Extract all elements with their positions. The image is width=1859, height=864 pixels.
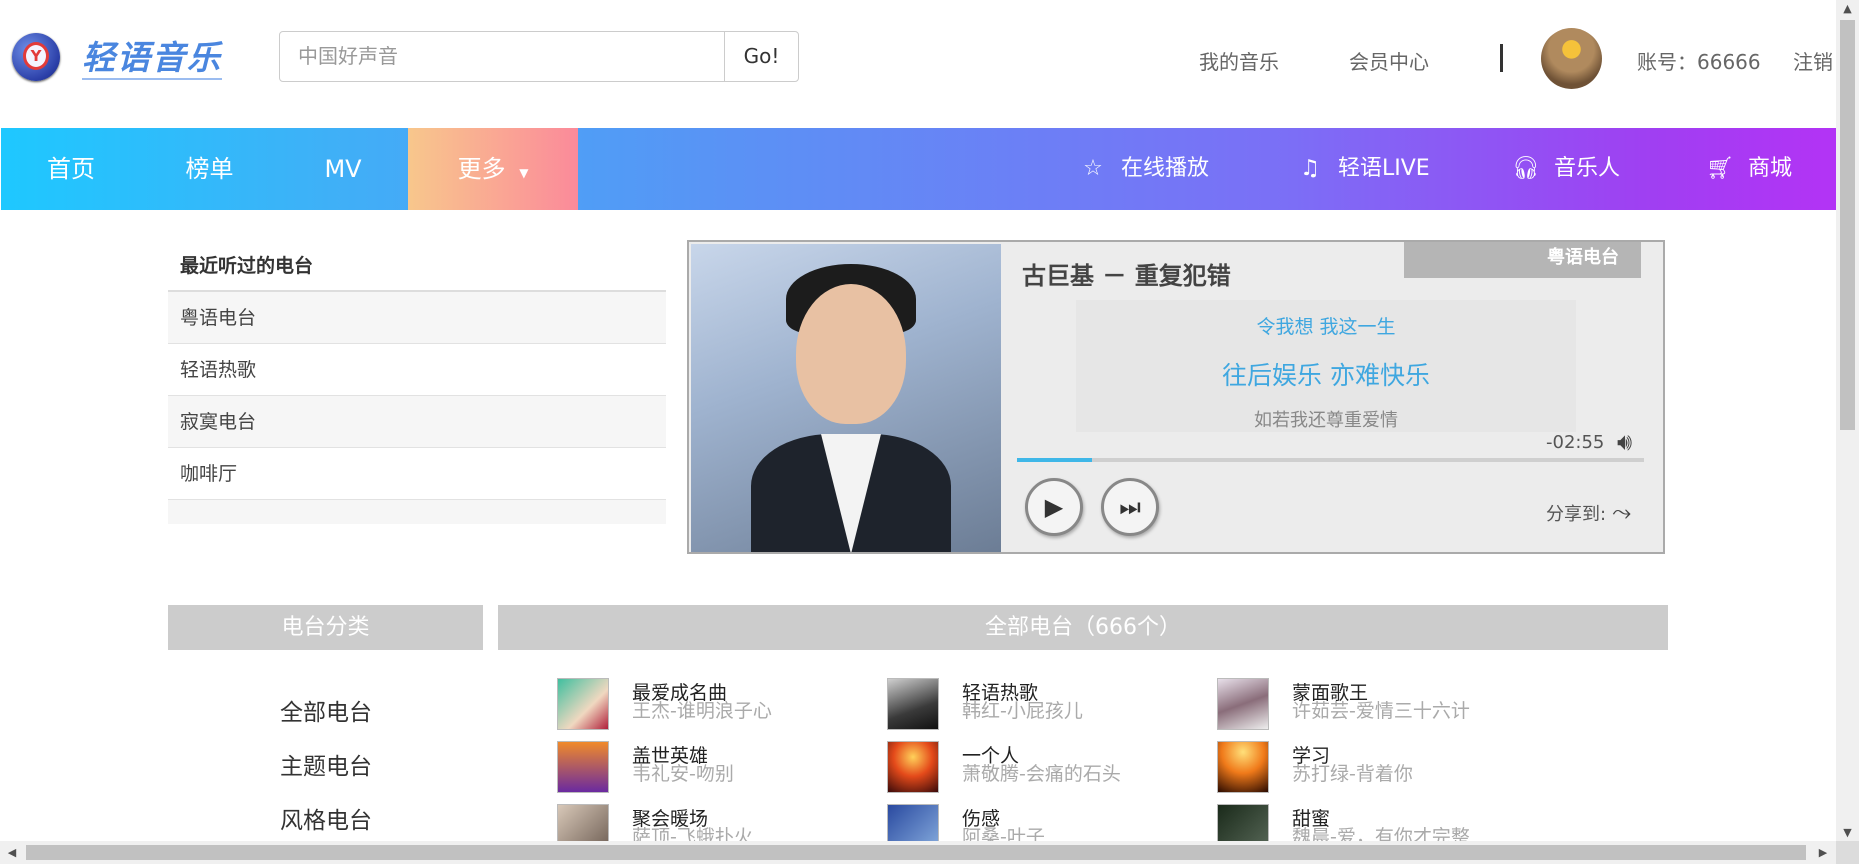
category-item[interactable]: 全部电台 xyxy=(280,693,372,727)
my-music-link[interactable]: 我的音乐 xyxy=(1199,46,1279,75)
station-song: 萨顶-飞蛾扑火 xyxy=(632,826,753,841)
station-thumbnail xyxy=(887,678,939,730)
share-control[interactable]: 分享到: ⤳ xyxy=(1546,498,1631,526)
all-stations-title: 全部电台（666个） xyxy=(498,605,1668,650)
lyric-line-prev: 令我想 我这一生 xyxy=(1256,316,1396,338)
cart-icon: 🛒︎ xyxy=(1706,156,1734,181)
station-thumbnail xyxy=(1217,678,1269,730)
user-avatar[interactable] xyxy=(1541,28,1602,89)
station-thumbnail xyxy=(557,678,609,730)
station-card[interactable]: 伤感 阿桑-叶子 xyxy=(887,804,1207,841)
lyric-line-current: 往后娱乐 亦难快乐 xyxy=(1222,361,1430,390)
station-card[interactable]: 最爱成名曲 王杰-谁明浪子心 xyxy=(557,678,877,732)
station-thumbnail xyxy=(1217,804,1269,841)
scroll-down-arrow-icon[interactable]: ▼ xyxy=(1836,824,1859,841)
nav-more-dropdown[interactable]: 更多 ▼ xyxy=(408,128,578,210)
station-thumbnail xyxy=(887,741,939,793)
vertical-scrollbar[interactable]: ▲ ▼ xyxy=(1836,0,1859,841)
share-icon: ⤳ xyxy=(1612,498,1632,526)
account-label: 账号：66666 xyxy=(1637,50,1761,74)
station-card[interactable]: 学习 苏打绿-背着你 xyxy=(1217,741,1537,795)
category-item[interactable]: 风格电台 xyxy=(280,801,372,835)
share-label: 分享到: xyxy=(1546,504,1607,525)
station-card[interactable]: 一个人 萧敬腾-会痛的石头 xyxy=(887,741,1207,795)
scroll-up-arrow-icon[interactable]: ▲ xyxy=(1836,0,1859,17)
station-song: 萧敬腾-会痛的石头 xyxy=(962,763,1121,785)
nav-shop[interactable]: 🛒︎ 商城 xyxy=(1706,128,1792,210)
recent-station-item[interactable]: 咖啡厅 xyxy=(168,448,666,500)
nav-online-play[interactable]: ☆ 在线播放 xyxy=(1079,128,1209,210)
nav-more-label: 更多 xyxy=(457,155,506,183)
nav-live[interactable]: ♫ 轻语LIVE xyxy=(1296,128,1430,210)
song-title: 古巨基 － 重复犯错 xyxy=(1022,262,1231,290)
horizontal-scroll-thumb[interactable] xyxy=(26,845,1806,860)
nav-mv[interactable]: MV xyxy=(278,128,408,210)
category-panel-title: 电台分类 xyxy=(168,605,483,650)
caret-down-icon: ▼ xyxy=(519,166,529,180)
page-viewport: Y 轻语音乐 中国好声音 Go! 我的音乐 会员中心 账号：66666 注销 首… xyxy=(0,0,1836,841)
station-song: 许茹芸-爱情三十六计 xyxy=(1292,700,1470,722)
nav-shop-label: 商城 xyxy=(1748,156,1793,181)
station-card[interactable]: 盖世英雄 韦礼安-吻别 xyxy=(557,741,877,795)
nav-online-play-label: 在线播放 xyxy=(1121,156,1210,181)
station-card[interactable]: 蒙面歌王 许茹芸-爱情三十六计 xyxy=(1217,678,1537,732)
station-song: 阿桑-叶子 xyxy=(962,826,1045,841)
remaining-time: -02:55 xyxy=(1546,432,1605,453)
station-card[interactable]: 轻语热歌 韩红-小屁孩儿 xyxy=(887,678,1207,732)
account-id: 账号：66666 注销 xyxy=(1637,46,1833,75)
station-tag: 粤语电台 xyxy=(1404,242,1641,278)
recent-list-footer xyxy=(168,500,666,524)
nav-home[interactable]: 首页 xyxy=(1,128,141,210)
search-input[interactable]: 中国好声音 xyxy=(279,31,725,82)
recent-stations-panel: 最近听过的电台 粤语电台 轻语热歌 寂寞电台 咖啡厅 xyxy=(168,240,666,524)
headphones-icon: 🎧︎ xyxy=(1512,156,1540,181)
site-logo-text[interactable]: 轻语音乐 xyxy=(82,38,222,80)
recent-station-item[interactable]: 粤语电台 xyxy=(168,292,666,344)
recent-stations-title: 最近听过的电台 xyxy=(168,240,666,292)
recent-station-item[interactable]: 轻语热歌 xyxy=(168,344,666,396)
nav-live-label: 轻语LIVE xyxy=(1338,156,1430,181)
progress-bar[interactable] xyxy=(1017,458,1644,462)
logout-link[interactable]: 注销 xyxy=(1793,50,1833,74)
station-song: 苏打绿-背着你 xyxy=(1292,763,1413,785)
station-song: 魏晨-爱，有你才完整 xyxy=(1292,826,1470,841)
station-song: 王杰-谁明浪子心 xyxy=(632,700,772,722)
vertical-scroll-thumb[interactable] xyxy=(1840,20,1855,430)
station-thumbnail xyxy=(557,804,609,841)
scrollbar-corner xyxy=(1836,841,1859,864)
logo-icon[interactable]: Y xyxy=(12,33,60,81)
scroll-right-arrow-icon[interactable]: ▶ xyxy=(1813,841,1833,864)
progress-fill xyxy=(1017,458,1093,462)
station-song: 韩红-小屁孩儿 xyxy=(962,700,1083,722)
play-button[interactable]: ▶ xyxy=(1025,478,1083,536)
album-cover xyxy=(691,244,1001,552)
station-card[interactable]: 甜蜜 魏晨-爱，有你才完整 xyxy=(1217,804,1537,841)
header-divider xyxy=(1500,44,1503,72)
scroll-left-arrow-icon[interactable]: ◀ xyxy=(2,841,22,864)
star-icon: ☆ xyxy=(1083,156,1103,181)
station-song: 韦礼安-吻别 xyxy=(632,763,734,785)
search-button[interactable]: Go! xyxy=(724,31,799,82)
station-thumbnail xyxy=(887,804,939,841)
nav-musician-label: 音乐人 xyxy=(1554,156,1621,181)
radio-player: 古巨基 － 重复犯错 粤语电台 令我想 我这一生 往后娱乐 亦难快乐 如若我还尊… xyxy=(687,240,1665,554)
next-button[interactable]: ⏭︎ xyxy=(1101,478,1159,536)
lyric-line-next: 如若我还尊重爱情 xyxy=(1254,410,1398,431)
music-note-icon: ♫ xyxy=(1300,156,1320,181)
member-center-link[interactable]: 会员中心 xyxy=(1349,46,1429,75)
station-card[interactable]: 聚会暖场 萨顶-飞蛾扑火 xyxy=(557,804,877,841)
volume-icon[interactable]: 🔊︎ xyxy=(1617,428,1632,456)
station-thumbnail xyxy=(1217,741,1269,793)
category-item[interactable]: 主题电台 xyxy=(280,747,372,781)
main-nav: 首页 榜单 MV 更多 ▼ ☆ 在线播放 ♫ 轻语LIVE 🎧︎ 音乐人 🛒︎ 商城 xyxy=(1,128,1836,210)
horizontal-scrollbar[interactable]: ◀ ▶ xyxy=(0,841,1836,864)
nav-musician[interactable]: 🎧︎ 音乐人 xyxy=(1512,128,1620,210)
station-thumbnail xyxy=(557,741,609,793)
recent-station-item[interactable]: 寂寞电台 xyxy=(168,396,666,448)
nav-charts[interactable]: 榜单 xyxy=(141,128,278,210)
lyrics-panel: 令我想 我这一生 往后娱乐 亦难快乐 如若我还尊重爱情 xyxy=(1076,300,1576,432)
